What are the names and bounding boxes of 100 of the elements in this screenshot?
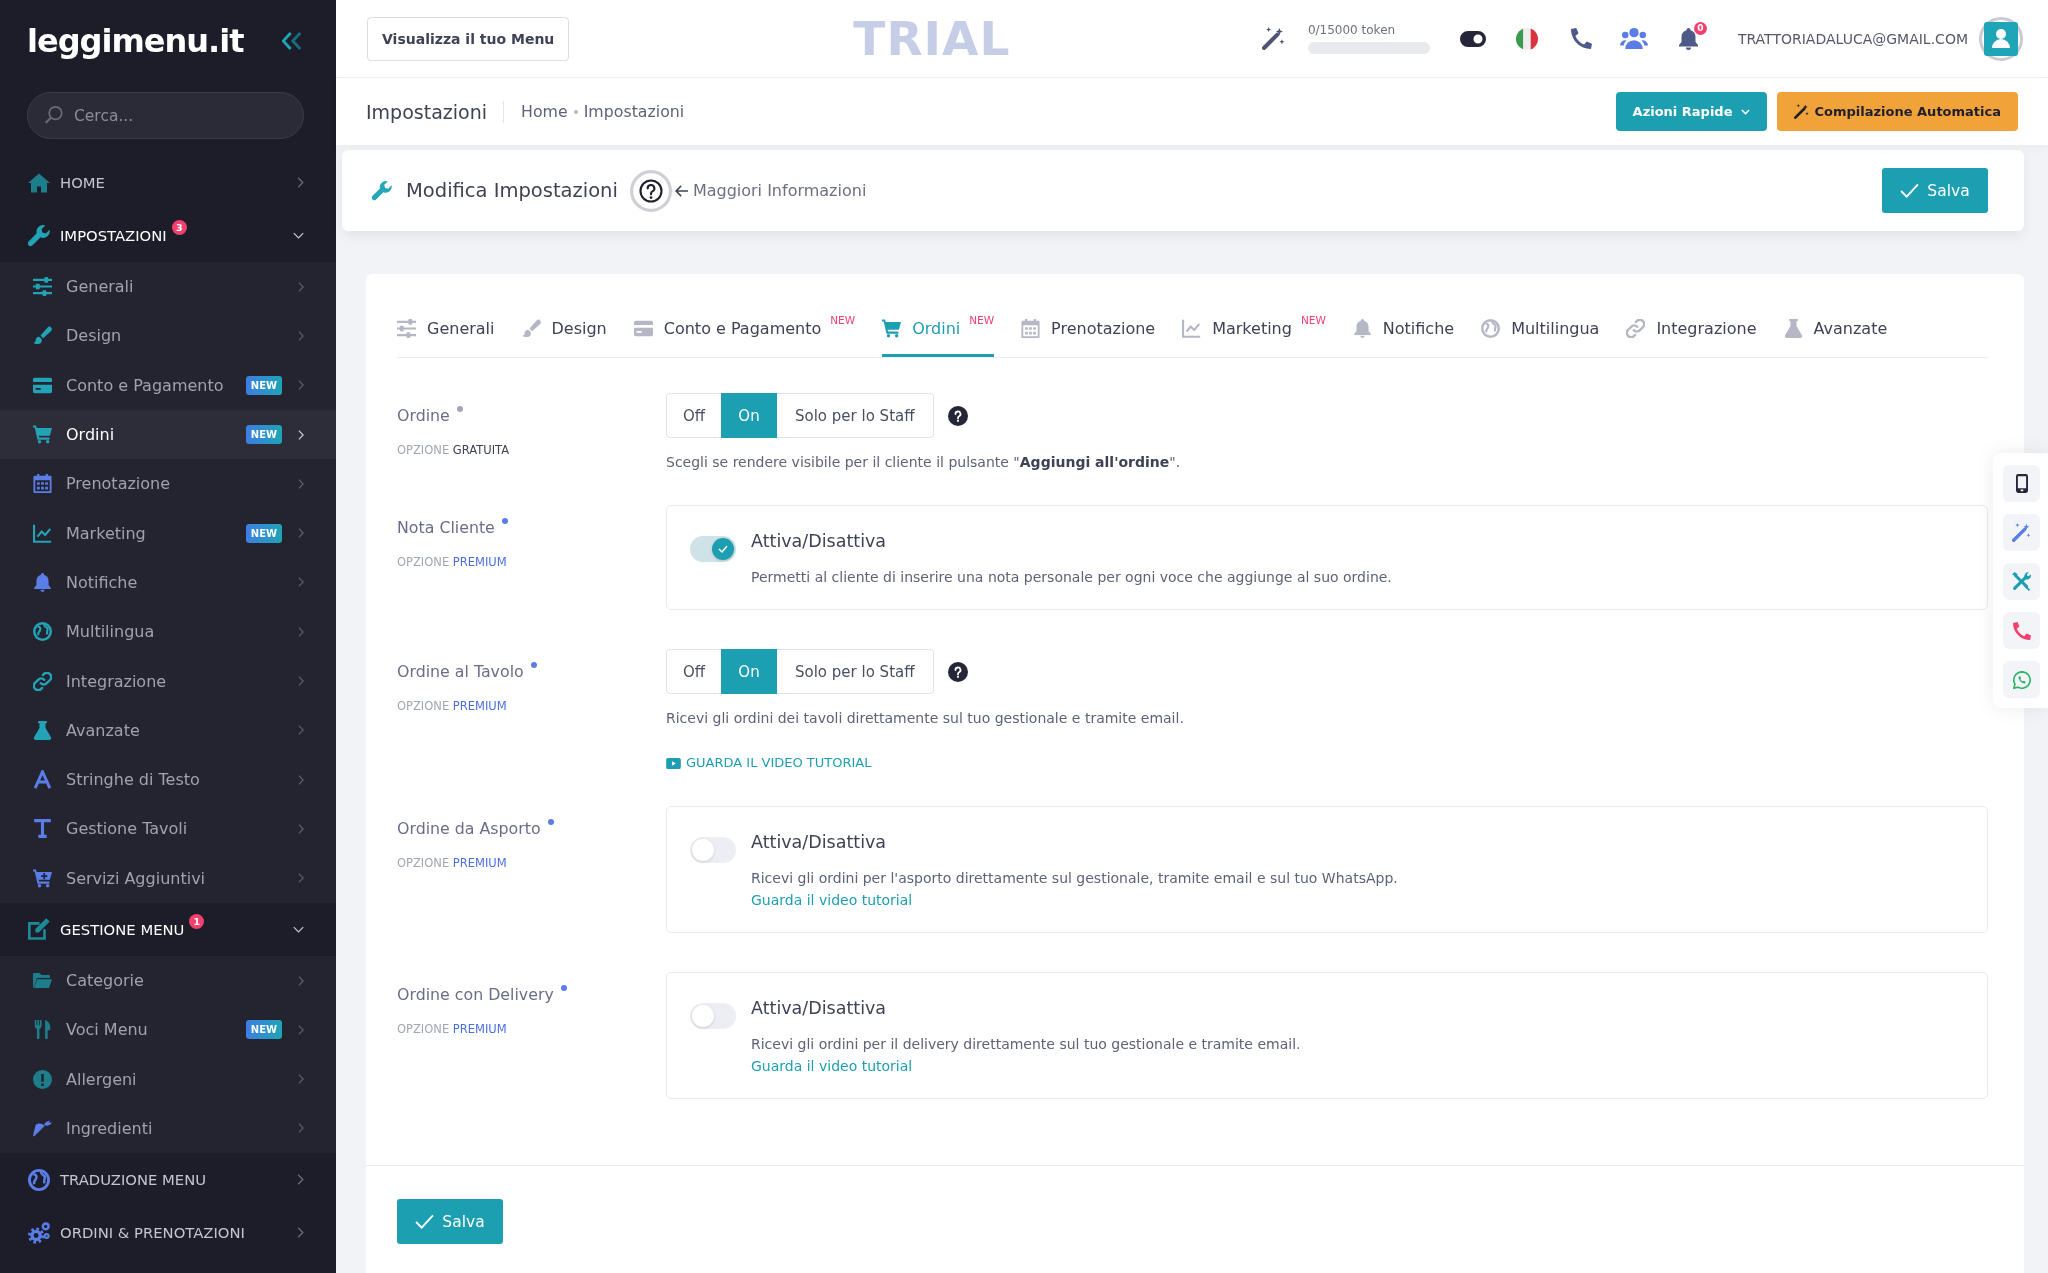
new-badge: NEW: [245, 375, 282, 395]
token-count: 0/15000 token: [1307, 23, 1396, 37]
sidebar-item[interactable]: Allergeni: [0, 1054, 336, 1104]
save-button[interactable]: Salva: [397, 1199, 503, 1244]
help-icon[interactable]: [629, 169, 672, 212]
sidebar-group-item[interactable]: ORDINI & PRENOTAZIONI: [0, 1206, 336, 1260]
new-badge: NEW: [245, 1020, 282, 1040]
segment-option[interactable]: Off: [666, 649, 722, 694]
sidebar-group-item[interactable]: IMPOSTAZIONI 3: [0, 209, 336, 262]
logo[interactable]: leggimenu.it: [27, 22, 244, 60]
tab[interactable]: Integrazione: [1626, 300, 1757, 357]
magic-wand-icon[interactable]: [1261, 27, 1285, 50]
quick-actions-button[interactable]: Azioni Rapide: [1615, 92, 1767, 131]
card-icon: [633, 319, 653, 338]
chevron-right-icon: [298, 281, 304, 292]
chevron-right-icon: [298, 380, 304, 391]
bell-icon: [33, 572, 52, 592]
carrot-icon: [33, 1118, 52, 1138]
sidebar-item[interactable]: Conto e Pagamento NEW: [0, 360, 336, 410]
globe-icon: [28, 1168, 50, 1191]
sidebar-item[interactable]: Avanzate: [0, 705, 336, 755]
sidebar-item[interactable]: Ingredienti: [0, 1103, 336, 1154]
tab[interactable]: Generali: [397, 300, 495, 357]
segment-option[interactable]: Off: [666, 393, 722, 438]
count-badge: 1: [189, 913, 205, 929]
segment-option[interactable]: On: [721, 393, 777, 438]
flag-icon[interactable]: [1515, 27, 1538, 50]
cart-plus-icon: [33, 868, 52, 888]
tab[interactable]: Prenotazione: [1021, 300, 1156, 357]
edit-icon: [28, 918, 50, 941]
help-icon[interactable]: [947, 661, 968, 682]
sidebar-item[interactable]: Marketing NEW: [0, 508, 336, 558]
segment-option[interactable]: Solo per lo Staff: [776, 393, 934, 438]
utensils-icon: [33, 1020, 52, 1040]
view-menu-button[interactable]: Visualizza il tuo Menu: [367, 16, 570, 61]
wrench-icon: [28, 224, 50, 247]
video-tutorial-link[interactable]: Guarda il video tutorial: [751, 892, 913, 908]
toggle-label: Attiva/Disattiva: [751, 998, 887, 1018]
segment-option[interactable]: Solo per lo Staff: [776, 649, 934, 694]
alert-icon: [33, 1069, 52, 1089]
sidebar-group-item[interactable]: GESTIONE MENU 1: [0, 902, 336, 956]
toggle-switch[interactable]: [690, 837, 736, 863]
more-info-link[interactable]: Maggiori Informazioni: [692, 181, 867, 200]
sidebar-item[interactable]: Multilingua: [0, 607, 336, 657]
sidebar-item[interactable]: Generali: [0, 262, 336, 312]
sidebar-group-item[interactable]: TRADUZIONE MENU: [0, 1153, 336, 1207]
chevron-right-icon: [298, 1074, 304, 1085]
video-tutorial-link[interactable]: Guarda il video tutorial: [751, 1058, 913, 1074]
toggle-switch[interactable]: [690, 1003, 736, 1029]
video-tutorial-link[interactable]: GUARDA IL VIDEO TUTORIAL: [686, 754, 872, 772]
phone-icon[interactable]: [1570, 28, 1592, 49]
trial-label: TRIAL: [853, 11, 1011, 66]
sidebar-item[interactable]: Design: [0, 311, 336, 361]
help-icon[interactable]: [947, 405, 968, 426]
tab[interactable]: Design: [521, 300, 607, 357]
chevron-right-icon: [298, 478, 304, 489]
sidebar-item[interactable]: Prenotazione: [0, 459, 336, 509]
bell-icon[interactable]: [1678, 27, 1698, 50]
tab[interactable]: Notifiche: [1352, 300, 1455, 357]
new-label: NEW: [969, 313, 995, 326]
collapse-icon[interactable]: [282, 32, 302, 50]
flask-icon: [1783, 319, 1803, 338]
tab[interactable]: Multilingua: [1481, 300, 1600, 357]
tools-icon: [2012, 572, 2031, 591]
breadcrumb-link[interactable]: Home: [521, 102, 568, 121]
count-badge: 3: [171, 220, 187, 235]
sliders-icon: [397, 319, 416, 338]
home-icon: [28, 171, 50, 194]
tab[interactable]: Ordini NEW: [882, 300, 995, 357]
segment-option[interactable]: On: [721, 649, 777, 694]
magic-wand-icon: [1793, 104, 1809, 119]
search-field[interactable]: Cerca...: [27, 92, 304, 139]
save-button[interactable]: Salva: [1882, 168, 1988, 213]
users-icon[interactable]: [1619, 28, 1648, 49]
sidebar-item[interactable]: Ordini NEW: [0, 409, 336, 460]
video-icon: [666, 757, 681, 769]
new-label: NEW: [830, 313, 856, 326]
letter-t-icon: [33, 819, 52, 839]
user-email[interactable]: TRATTORIADALUCA@GMAIL.COM: [1737, 30, 1968, 47]
folder-icon: [33, 971, 52, 990]
tab[interactable]: Marketing NEW: [1182, 300, 1326, 357]
user-avatar-icon[interactable]: [1979, 16, 2023, 61]
setting-description: Ricevi gli ordini dei tavoli direttamente sul tuo gestionale e tramite email.: [666, 710, 1184, 726]
tab[interactable]: Conto e Pagamento NEW: [633, 300, 856, 357]
sidebar-item[interactable]: Voci Menu NEW: [0, 1005, 336, 1055]
sidebar-item[interactable]: Gestione Tavoli: [0, 804, 336, 854]
sidebar-item[interactable]: Categorie: [0, 955, 336, 1006]
auto-fill-button[interactable]: Compilazione Automatica: [1776, 92, 2018, 131]
sliders-icon: [33, 277, 52, 297]
sidebar-item[interactable]: Notifiche: [0, 557, 336, 608]
option-tier-label: OPZIONE PREMIUM: [397, 856, 507, 870]
toggle-switch[interactable]: [690, 536, 736, 562]
toggle-icon[interactable]: [1459, 30, 1486, 47]
chat-bubble-phone-icon: [2012, 670, 2031, 689]
tab[interactable]: Avanzate: [1783, 300, 1888, 357]
sidebar-item[interactable]: Servizi Aggiuntivi: [0, 853, 336, 903]
sidebar-item[interactable]: Integrazione: [0, 656, 336, 706]
dock-button[interactable]: [2003, 465, 2040, 502]
sidebar-group-item[interactable]: HOME: [0, 156, 336, 209]
sidebar-item[interactable]: Stringhe di Testo: [0, 754, 336, 805]
